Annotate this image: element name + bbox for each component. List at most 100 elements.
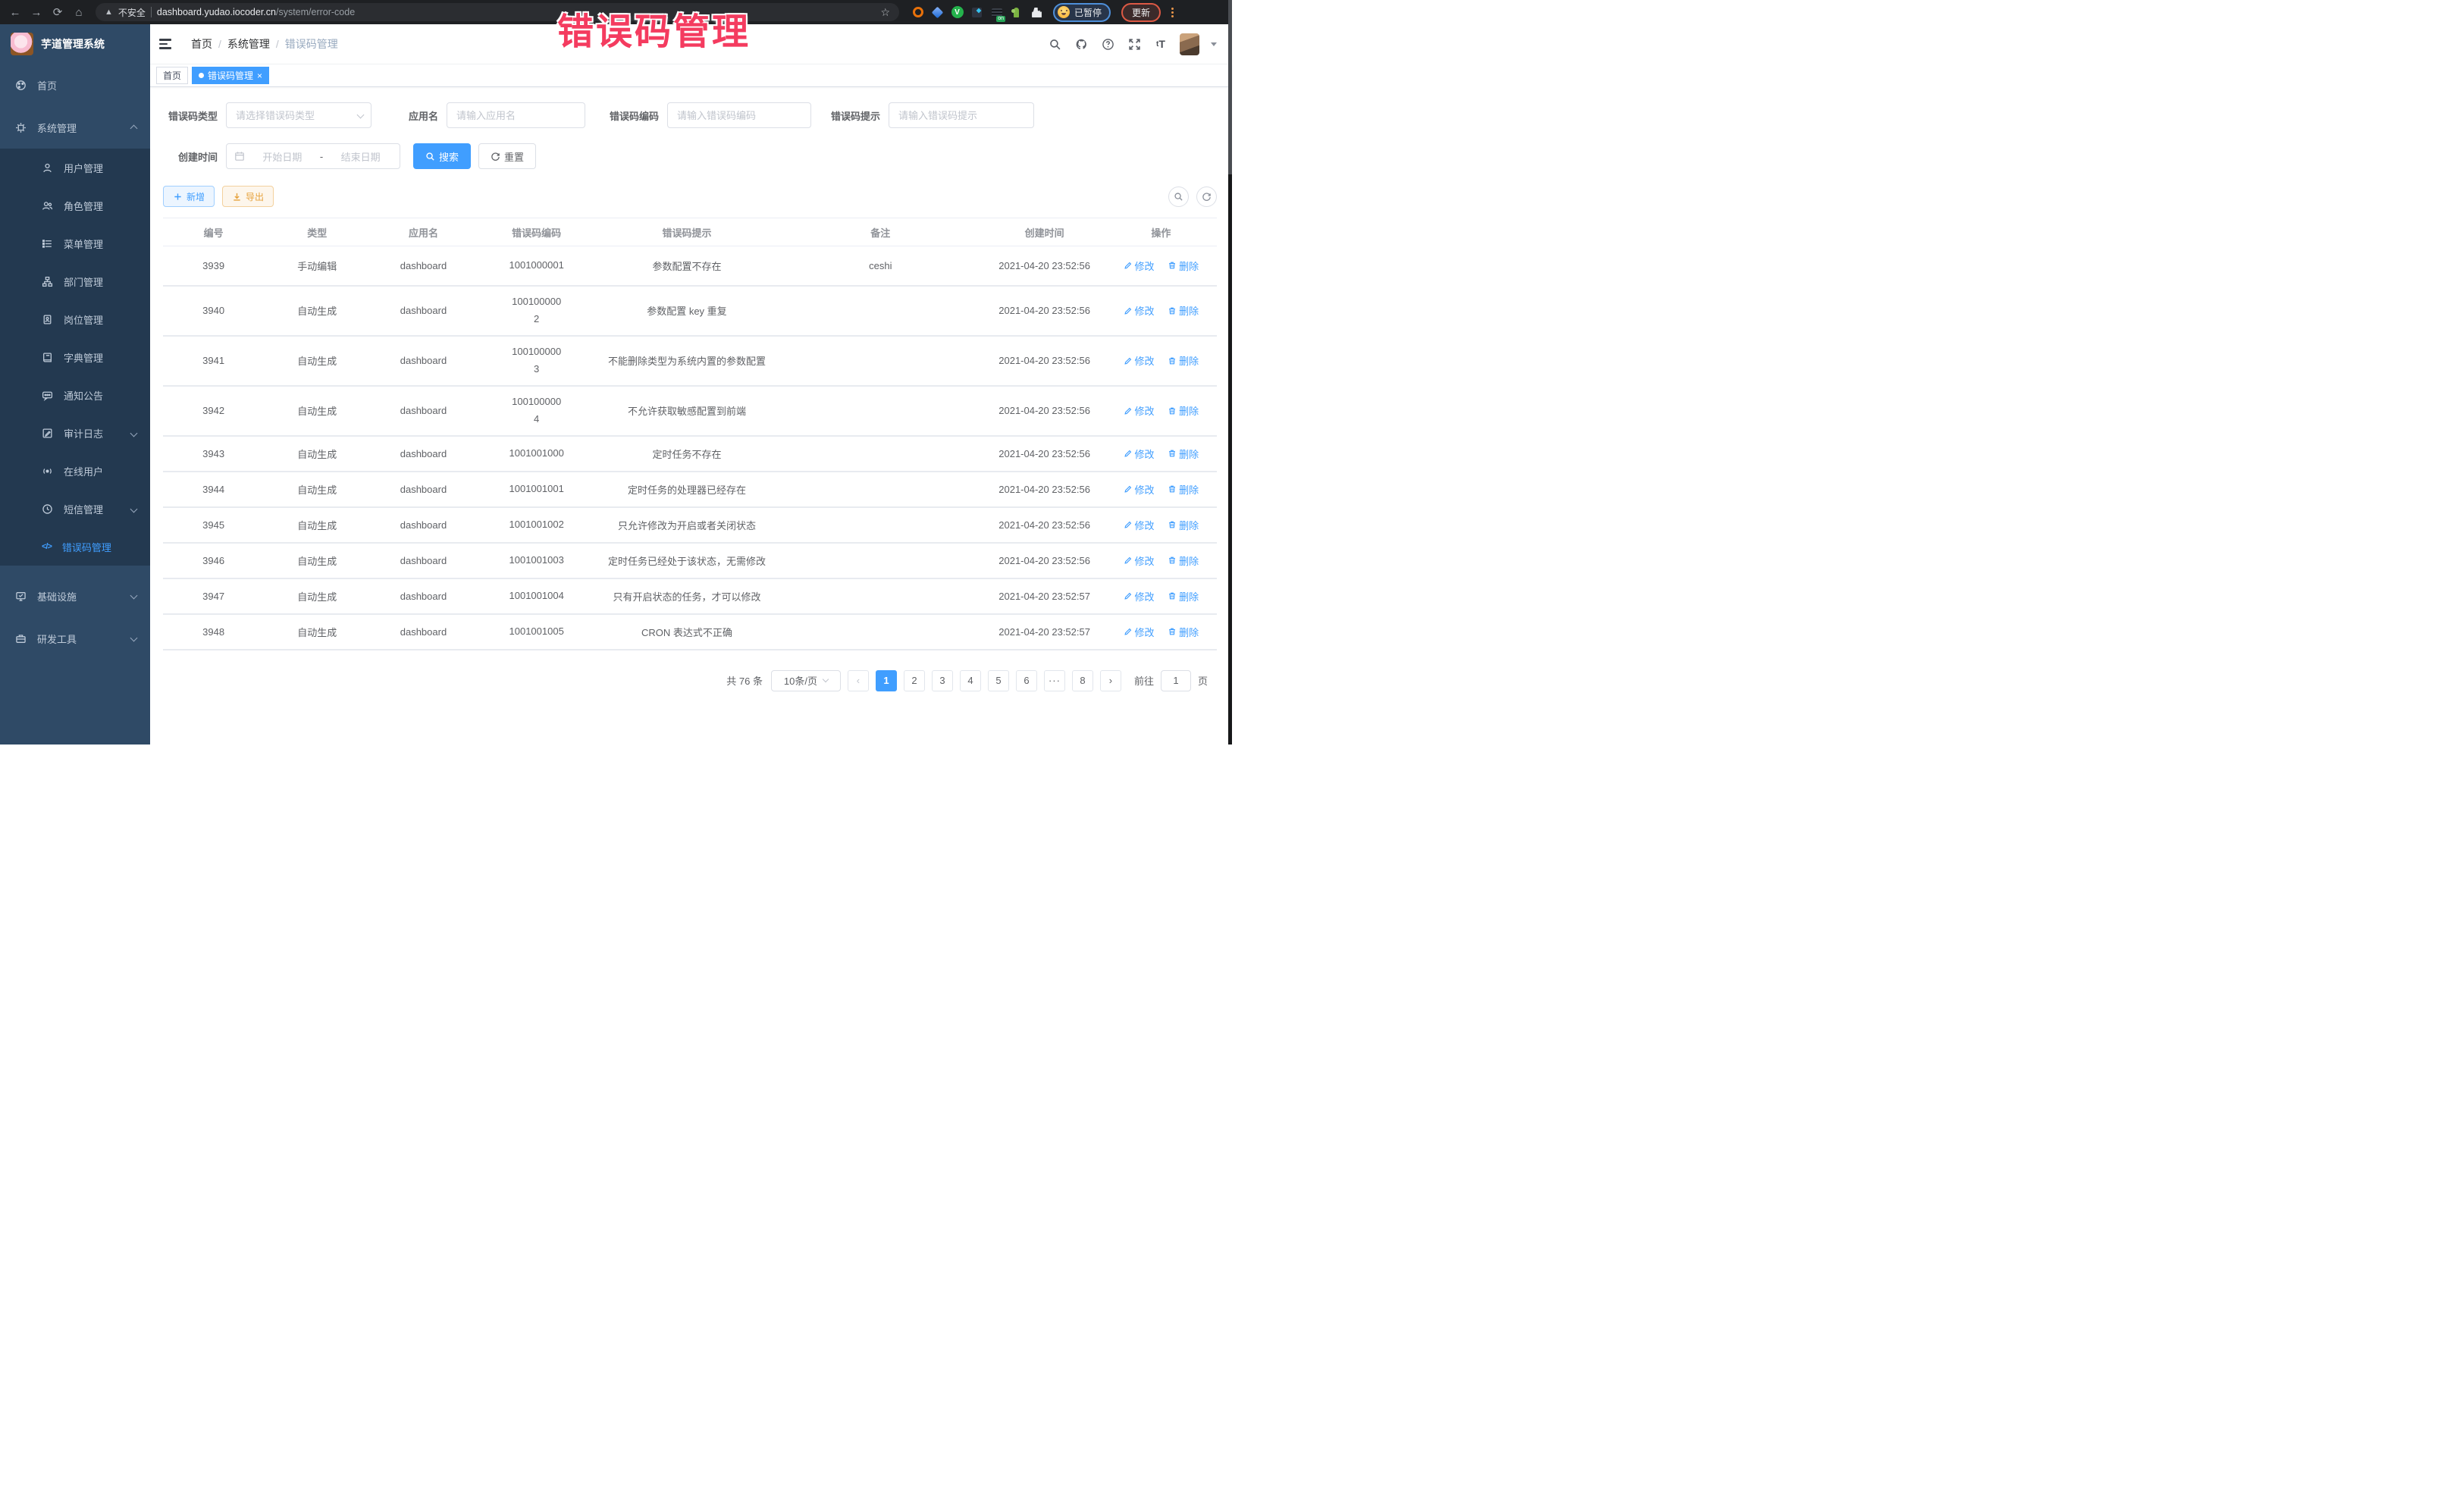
- breadcrumb-home[interactable]: 首页: [191, 36, 212, 52]
- edit-link[interactable]: 修改: [1124, 589, 1155, 603]
- sidebar-item-system[interactable]: 系统管理: [0, 106, 150, 149]
- breadcrumb-system[interactable]: 系统管理: [227, 36, 270, 52]
- reload-icon[interactable]: ⟳: [49, 3, 67, 21]
- delete-link[interactable]: 删除: [1168, 259, 1199, 273]
- page-ellipsis[interactable]: ···: [1044, 670, 1065, 691]
- breadcrumb: 首页 / 系统管理 / 错误码管理: [191, 36, 338, 52]
- extension-icon-list[interactable]: on: [990, 6, 1003, 19]
- back-icon[interactable]: ←: [6, 3, 24, 21]
- scrollbar-thumb[interactable]: [1228, 0, 1232, 174]
- page-button[interactable]: 2: [904, 670, 925, 691]
- extension-icon-grid[interactable]: [970, 6, 983, 19]
- delete-link[interactable]: 删除: [1168, 553, 1199, 568]
- extension-icon-green-v[interactable]: V: [951, 6, 964, 19]
- edit-link[interactable]: 修改: [1124, 353, 1155, 368]
- trash-icon: [1168, 449, 1177, 458]
- date-range-picker[interactable]: 开始日期 - 结束日期: [226, 143, 400, 169]
- sidebar-item-sms[interactable]: 短信管理: [0, 490, 150, 528]
- profile-paused-chip[interactable]: 已暂停: [1053, 3, 1111, 22]
- cell-remark: [777, 614, 983, 650]
- sidebar: 芋道管理系统 首页 系统管理 用户管理 角色管理 菜单管理: [0, 24, 150, 744]
- fullscreen-icon[interactable]: [1127, 36, 1142, 52]
- edit-link[interactable]: 修改: [1124, 259, 1155, 273]
- page-button[interactable]: 4: [960, 670, 981, 691]
- edit-link[interactable]: 修改: [1124, 482, 1155, 497]
- reset-button[interactable]: 重置: [478, 143, 536, 169]
- sidebar-item-home[interactable]: 首页: [0, 64, 150, 106]
- goto-page-input[interactable]: [1161, 670, 1191, 691]
- close-tab-icon[interactable]: ×: [257, 71, 262, 80]
- sidebar-item-menus[interactable]: 菜单管理: [0, 224, 150, 262]
- bookmark-star-icon[interactable]: ☆: [880, 6, 890, 19]
- delete-link[interactable]: 删除: [1168, 403, 1199, 418]
- edit-link[interactable]: 修改: [1124, 518, 1155, 532]
- error-type-select[interactable]: [226, 102, 371, 128]
- sidebar-item-roles[interactable]: 角色管理: [0, 187, 150, 224]
- delete-link[interactable]: 删除: [1168, 303, 1199, 318]
- page-size-select[interactable]: 10条/页: [771, 670, 841, 691]
- header-search-icon[interactable]: [1047, 36, 1062, 52]
- avatar[interactable]: [1180, 33, 1199, 55]
- tab-home[interactable]: 首页: [156, 67, 188, 84]
- error-type-input[interactable]: [226, 102, 371, 128]
- help-icon[interactable]: [1100, 36, 1115, 52]
- sidebar-item-posts[interactable]: 岗位管理: [0, 300, 150, 338]
- browser-menu-icon[interactable]: [1171, 8, 1174, 17]
- sidebar-toggle-icon[interactable]: [159, 34, 179, 54]
- page-button[interactable]: 5: [988, 670, 1009, 691]
- error-code-input[interactable]: [667, 102, 811, 128]
- search-button[interactable]: 搜索: [413, 143, 471, 169]
- toggle-search-icon-button[interactable]: [1168, 187, 1189, 207]
- delete-link[interactable]: 删除: [1168, 589, 1199, 603]
- prev-page-button[interactable]: ‹: [848, 670, 869, 691]
- sidebar-item-audit-log[interactable]: 审计日志: [0, 414, 150, 452]
- page-button[interactable]: 1: [876, 670, 897, 691]
- app-name-input[interactable]: [447, 102, 585, 128]
- app-logo-row[interactable]: 芋道管理系统: [0, 24, 150, 64]
- chrome-update-button[interactable]: 更新: [1121, 3, 1161, 22]
- sidebar-item-users[interactable]: 用户管理: [0, 149, 150, 187]
- edit-link[interactable]: 修改: [1124, 303, 1155, 318]
- home-icon[interactable]: ⌂: [70, 3, 88, 21]
- edit-link[interactable]: 修改: [1124, 447, 1155, 461]
- delete-link[interactable]: 删除: [1168, 625, 1199, 639]
- cell-hint: CRON 表达式不正确: [597, 614, 777, 650]
- delete-link[interactable]: 删除: [1168, 518, 1199, 532]
- page-button[interactable]: 3: [932, 670, 953, 691]
- edit-link[interactable]: 修改: [1124, 625, 1155, 639]
- sidebar-item-dev-tools[interactable]: 研发工具: [0, 617, 150, 660]
- add-button[interactable]: 新增: [163, 186, 215, 207]
- sidebar-item-departments[interactable]: 部门管理: [0, 262, 150, 300]
- edit-link[interactable]: 修改: [1124, 403, 1155, 418]
- error-hint-input[interactable]: [889, 102, 1034, 128]
- refresh-table-icon-button[interactable]: [1196, 187, 1217, 207]
- delete-link[interactable]: 删除: [1168, 353, 1199, 368]
- page-scrollbar[interactable]: [1228, 0, 1232, 744]
- font-size-icon[interactable]: tT: [1153, 36, 1168, 52]
- address-bar[interactable]: ▲ 不安全 dashboard.yudao.iocoder.cn/system/…: [96, 3, 899, 21]
- sidebar-item-error-codes[interactable]: </> 错误码管理: [0, 528, 150, 566]
- sidebar-item-dictionary[interactable]: 字典管理: [0, 338, 150, 376]
- forward-icon[interactable]: →: [27, 3, 45, 21]
- trash-icon: [1168, 356, 1177, 365]
- sidebar-item-notices[interactable]: 通知公告: [0, 376, 150, 414]
- extension-icon-orange[interactable]: [911, 6, 924, 19]
- delete-link[interactable]: 删除: [1168, 447, 1199, 461]
- sidebar-item-infrastructure[interactable]: 基础设施: [0, 575, 150, 617]
- github-icon[interactable]: [1074, 36, 1089, 52]
- column-header-code: 错误码编码: [477, 218, 597, 246]
- sidebar-item-online-users[interactable]: 在线用户: [0, 452, 150, 490]
- delete-link[interactable]: 删除: [1168, 482, 1199, 497]
- avatar-dropdown-caret-icon[interactable]: [1211, 42, 1217, 46]
- extension-icon-gem[interactable]: [931, 6, 944, 19]
- page-button[interactable]: 6: [1016, 670, 1037, 691]
- export-button[interactable]: 导出: [222, 186, 274, 207]
- extensions-puzzle-icon[interactable]: [1030, 6, 1042, 19]
- extension-icon-key[interactable]: [1010, 6, 1023, 19]
- next-page-button[interactable]: ›: [1100, 670, 1121, 691]
- edit-link[interactable]: 修改: [1124, 553, 1155, 568]
- page-button[interactable]: 8: [1072, 670, 1093, 691]
- tab-error-codes[interactable]: 错误码管理 ×: [192, 67, 269, 84]
- edit-pencil-icon: [1124, 591, 1133, 600]
- cell-type: 手动编辑: [264, 246, 370, 286]
